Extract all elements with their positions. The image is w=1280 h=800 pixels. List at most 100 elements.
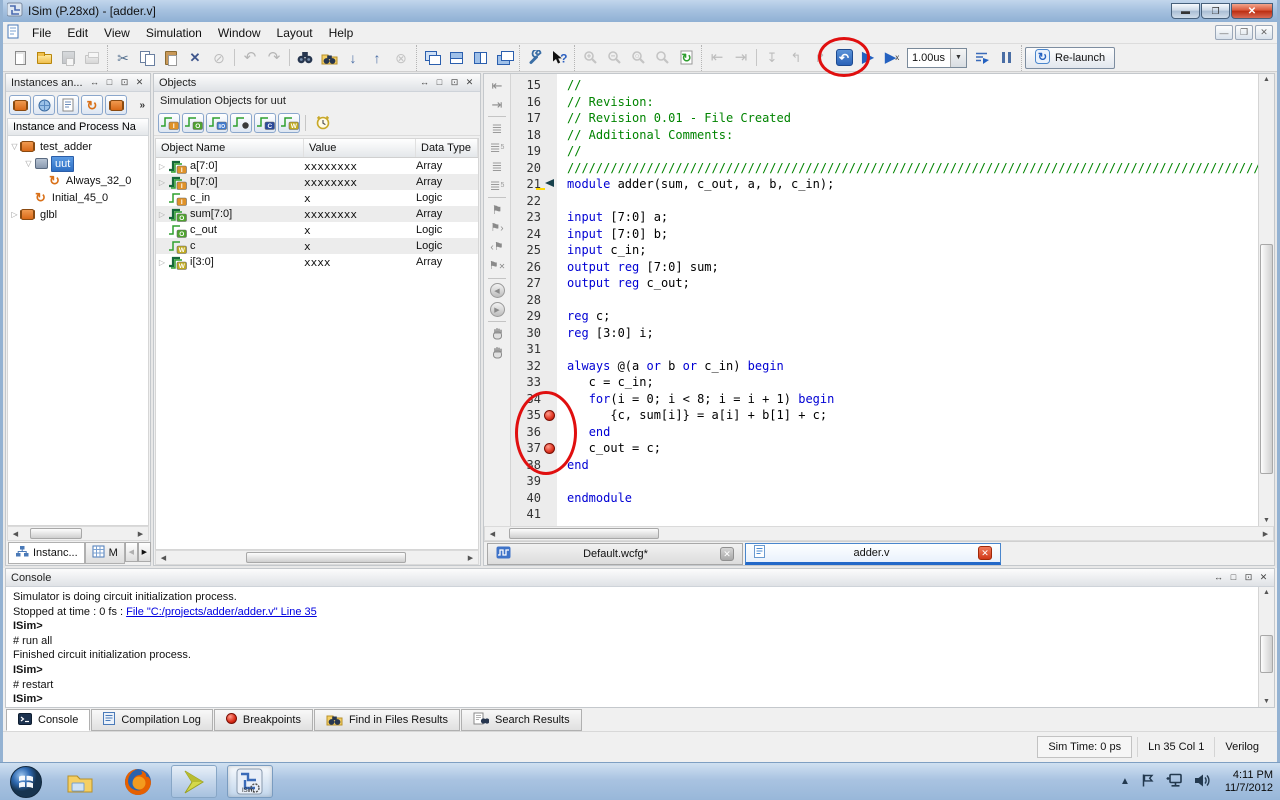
object-row-c_in[interactable]: Ic_inxLogic (156, 190, 478, 206)
line-number[interactable]: 36 (511, 424, 557, 441)
copy-button[interactable] (135, 46, 159, 70)
menu-layout[interactable]: Layout (269, 23, 321, 43)
line-number[interactable]: 21 (511, 176, 557, 193)
code-line-26[interactable]: 26output reg [7:0] sum; (511, 259, 1258, 276)
tab-find-in-files-results[interactable]: Find in Files Results (314, 709, 460, 731)
instances-close-button[interactable]: ✕ (134, 77, 145, 88)
code-line-35[interactable]: 35 {c, sum[i]} = a[i] + b[1] + c; (511, 407, 1258, 424)
line-number[interactable]: 26 (511, 259, 557, 276)
tab-breakpoints[interactable]: Breakpoints (214, 709, 313, 731)
new-document-button[interactable] (8, 46, 32, 70)
delete-button[interactable]: ✕ (183, 46, 207, 70)
editor-vscrollbar[interactable]: ▲ ▼ (1258, 74, 1274, 526)
source-file-link[interactable]: File "C:/projects/adder/adder.v" Line 35 (126, 606, 317, 618)
object-row-i30[interactable]: ▷Wi[3:0]xxxxArray (156, 254, 478, 270)
code-line-16[interactable]: 16// Revision: (511, 94, 1258, 111)
cut-button[interactable]: ✂ (111, 46, 135, 70)
instances-dock-button[interactable]: ↔ (89, 77, 100, 88)
scroll-thumb[interactable] (30, 528, 82, 539)
console-close-button[interactable]: ✕ (1258, 572, 1269, 583)
line-list-5-button[interactable]: ≣5 (486, 138, 508, 157)
filter-internal-button[interactable] (230, 113, 252, 133)
editor-hscrollbar[interactable]: ◀ ▶ (484, 526, 1274, 541)
line-number[interactable]: 18 (511, 127, 557, 144)
run-for-time-button[interactable]: ▶x (880, 46, 904, 70)
bookmark-clear-button[interactable]: ⚑✕ (486, 257, 508, 276)
code-line-22[interactable]: 22 (511, 193, 1258, 210)
filter-c-button[interactable]: C (254, 113, 276, 133)
menu-file[interactable]: File (24, 23, 59, 43)
restore-button[interactable]: ❐ (1201, 3, 1230, 19)
bookmark-button[interactable]: ⚑ (486, 200, 508, 219)
code-line-34[interactable]: 34 for(i = 0; i < 8; i = i + 1) begin (511, 391, 1258, 408)
object-row-c[interactable]: WcxLogic (156, 238, 478, 254)
expander-icon[interactable]: ▷ (156, 162, 168, 171)
line-list-b-button[interactable]: ≣ (486, 157, 508, 176)
expander-icon[interactable]: ▷ (8, 210, 21, 219)
code-line-32[interactable]: 32always @(a or b or c_in) begin (511, 358, 1258, 375)
tab-console[interactable]: Console (6, 709, 90, 731)
instances-maximize-button[interactable]: □ (104, 77, 115, 88)
filter-o-button[interactable]: O (182, 113, 204, 133)
tree-item-uut[interactable]: ▽uut (8, 155, 148, 172)
arrow-down-button[interactable]: ↓ (341, 46, 365, 70)
code-line-17[interactable]: 17// Revision 0.01 - File Created (511, 110, 1258, 127)
tab-scroll-right-button[interactable]: ▶ (138, 542, 151, 562)
nav-forward-button[interactable]: ▶ (486, 300, 508, 319)
code-line-23[interactable]: 23input [7:0] a; (511, 209, 1258, 226)
process-arrow-filter-button[interactable]: ↻ (81, 95, 103, 115)
tab-search-results[interactable]: Search Results (461, 709, 582, 731)
volume-icon[interactable] (1194, 773, 1211, 791)
indent-left-button[interactable]: ⇤ (486, 76, 508, 95)
line-number[interactable]: 34 (511, 391, 557, 408)
scroll-thumb[interactable] (1260, 244, 1273, 474)
breakpoint-icon[interactable] (544, 443, 555, 454)
breakpoint-icon[interactable] (544, 410, 555, 421)
cube-filter-button[interactable] (33, 95, 55, 115)
doc-lines-filter-button[interactable] (57, 95, 79, 115)
line-number[interactable]: 37 (511, 440, 557, 457)
scroll-thumb[interactable] (1260, 635, 1273, 673)
objects-float-button[interactable]: ⊡ (449, 77, 460, 88)
paste-button[interactable] (159, 46, 183, 70)
tree-item-always_32_0[interactable]: ↻Always_32_0 (8, 172, 148, 189)
scroll-left-icon[interactable]: ◀ (156, 554, 171, 562)
tree-item-test_adder[interactable]: ▽test_adder (8, 138, 148, 155)
code-line-33[interactable]: 33 c = c_in; (511, 374, 1258, 391)
scroll-left-icon[interactable]: ◀ (485, 530, 500, 538)
close-tab-icon[interactable]: ✕ (978, 546, 992, 560)
code-line-39[interactable]: 39 (511, 473, 1258, 490)
relaunch-button[interactable]: ↻Re-launch (1025, 47, 1115, 69)
code-line-37[interactable]: 37 c_out = c; (511, 440, 1258, 457)
code-line-15[interactable]: 15// (511, 77, 1258, 94)
scroll-right-icon[interactable]: ▶ (463, 554, 478, 562)
menu-simulation[interactable]: Simulation (138, 23, 210, 43)
column-value[interactable]: Value (304, 139, 416, 157)
tile-horizontal-button[interactable] (444, 46, 468, 70)
tile-vertical-button[interactable] (468, 46, 492, 70)
run-time-combo[interactable]: 1.00us▼ (907, 48, 967, 68)
object-row-a70[interactable]: ▷Ia[7:0]xxxxxxxxArray (156, 158, 478, 174)
scroll-left-icon[interactable]: ◀ (8, 530, 23, 538)
scroll-up-icon[interactable]: ▲ (1259, 76, 1274, 83)
action-center-flag-icon[interactable] (1140, 773, 1155, 791)
code-line-41[interactable]: 41 (511, 506, 1258, 523)
mdi-minimize-button[interactable]: — (1215, 25, 1233, 40)
tray-expand-icon[interactable]: ▲ (1120, 776, 1130, 787)
scroll-thumb[interactable] (246, 552, 406, 563)
find-button[interactable] (293, 46, 317, 70)
object-row-b70[interactable]: ▷Ib[7:0]xxxxxxxxArray (156, 174, 478, 190)
mdi-restore-button[interactable]: ❐ (1235, 25, 1253, 40)
line-number[interactable]: 30 (511, 325, 557, 342)
close-button[interactable]: ✕ (1231, 3, 1273, 19)
taskbar-isim-button[interactable]: ISim (227, 765, 273, 798)
line-number[interactable]: 19 (511, 143, 557, 160)
taskbar-xilinx-ise-button[interactable] (171, 765, 217, 798)
toolbar-overflow-button[interactable]: » (139, 100, 147, 111)
code-area[interactable]: 15//16// Revision:17// Revision 0.01 - F… (511, 74, 1258, 526)
code-line-38[interactable]: 38end (511, 457, 1258, 474)
code-line-31[interactable]: 31 (511, 341, 1258, 358)
console-output[interactable]: Simulator is doing circuit initializatio… (6, 587, 1258, 707)
objects-hscrollbar[interactable]: ◀ ▶ (155, 550, 479, 565)
refresh-button[interactable]: ↻ (674, 46, 698, 70)
